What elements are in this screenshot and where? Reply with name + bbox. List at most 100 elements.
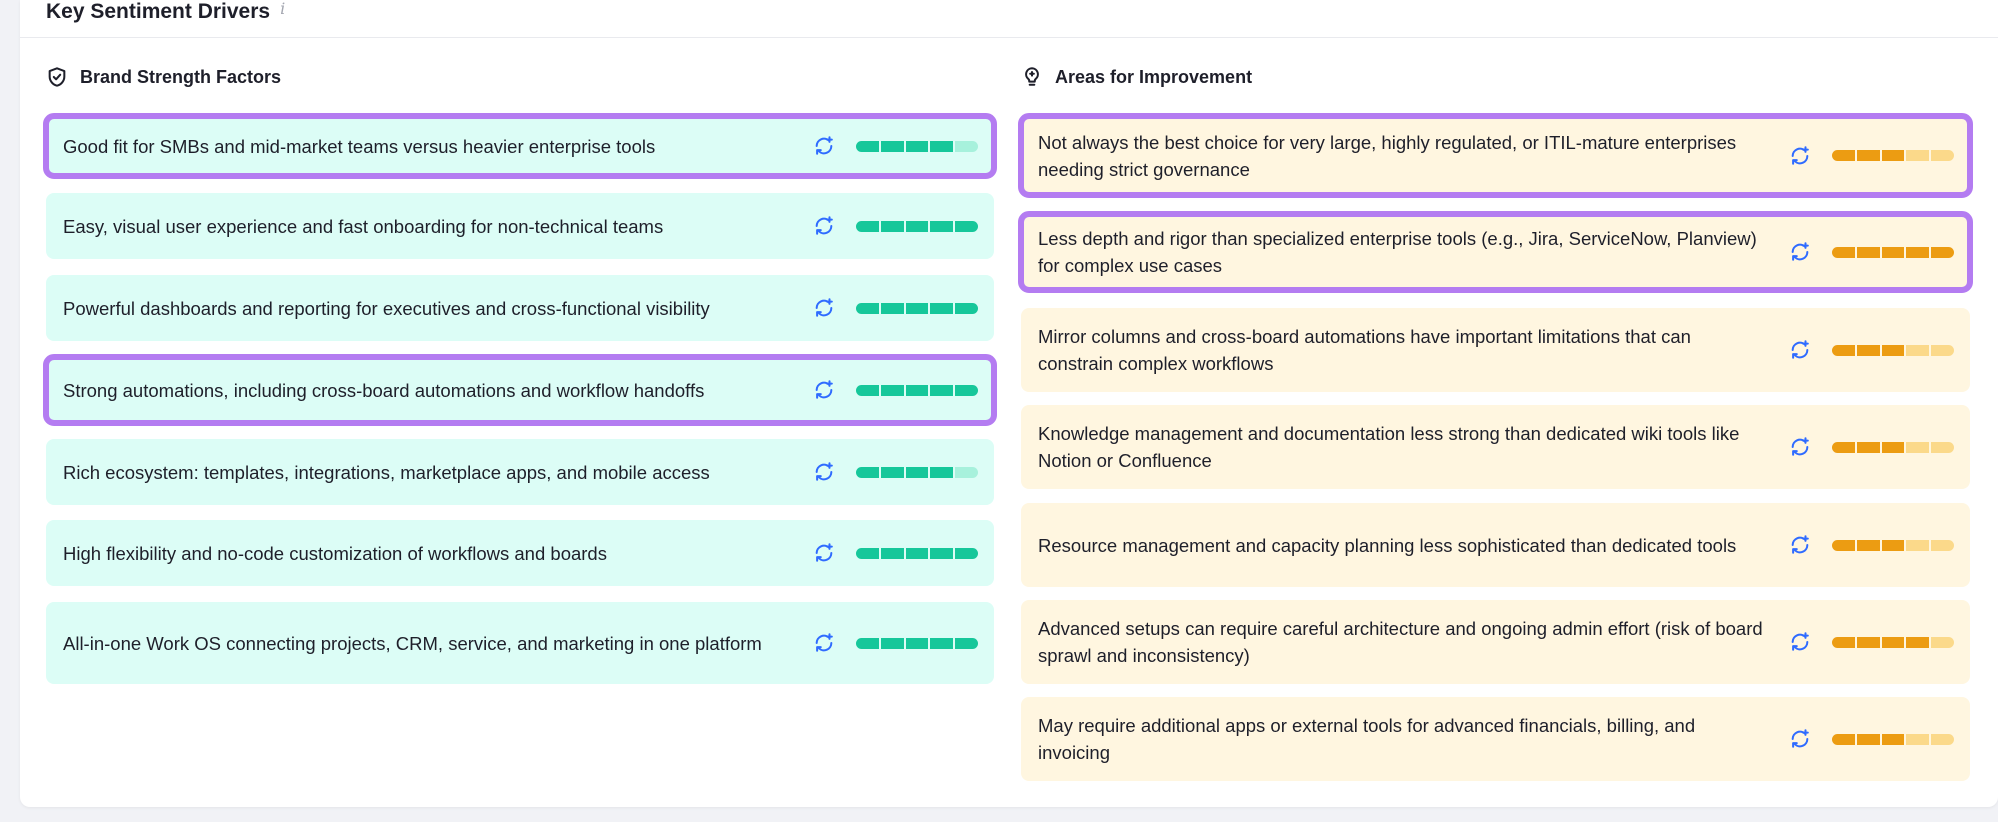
improvement-item[interactable]: May require additional apps or external …	[1021, 697, 1970, 781]
strength-item[interactable]: Good fit for SMBs and mid-market teams v…	[43, 113, 997, 179]
score-bar-segment	[856, 637, 879, 649]
strength-item-text: Rich ecosystem: templates, integrations,…	[63, 461, 710, 483]
score-bar-segment	[856, 220, 879, 232]
regenerate-icon[interactable]	[1786, 628, 1814, 656]
score-bar-segment	[955, 140, 978, 152]
score-bar-segment	[880, 547, 904, 559]
score-bar-segment	[905, 637, 929, 649]
score-bar-segment	[1931, 441, 1954, 453]
strength-item[interactable]: Powerful dashboards and reporting for ex…	[46, 275, 994, 341]
score-bar-segment	[905, 384, 929, 396]
score-bar-segment	[856, 140, 879, 152]
improvement-item-text: Mirror columns and cross-board automatio…	[1038, 326, 1691, 374]
strength-item-text: Strong automations, including cross-boar…	[63, 379, 705, 401]
sentiment-score-bar	[1832, 539, 1954, 551]
score-bar-segment	[905, 140, 929, 152]
score-bar-segment	[1906, 539, 1930, 551]
score-bar-segment	[1931, 344, 1954, 356]
strength-item[interactable]: All-in-one Work OS connecting projects, …	[46, 602, 994, 684]
shield-check-icon	[48, 67, 66, 87]
score-bar-segment	[880, 384, 904, 396]
score-bar-segment	[930, 466, 954, 478]
strength-item[interactable]: Easy, visual user experience and fast on…	[46, 193, 994, 259]
strength-item-text: Good fit for SMBs and mid-market teams v…	[63, 135, 656, 157]
improvement-item[interactable]: Mirror columns and cross-board automatio…	[1021, 308, 1970, 392]
sentiment-score-bar	[856, 384, 978, 396]
score-bar-segment	[1906, 441, 1930, 453]
regenerate-icon[interactable]	[1786, 433, 1814, 461]
strength-item[interactable]: Rich ecosystem: templates, integrations,…	[46, 439, 994, 505]
regenerate-icon[interactable]	[810, 132, 838, 160]
score-bar-segment	[856, 384, 879, 396]
score-bar-segment	[905, 302, 929, 314]
score-bar-segment	[880, 466, 904, 478]
score-bar-segment	[1856, 150, 1880, 161]
score-bar-segment	[1856, 539, 1880, 551]
sentiment-score-bar	[856, 220, 978, 232]
strength-item-text: Easy, visual user experience and fast on…	[63, 215, 664, 237]
score-bar-segment	[1931, 733, 1954, 745]
improvement-item-text: Less depth and rigor than specialized en…	[1038, 228, 1757, 276]
score-bar-segment	[856, 547, 879, 559]
score-bar-segment	[930, 547, 954, 559]
sentiment-score-bar	[856, 140, 978, 152]
score-bar-segment	[1881, 636, 1905, 648]
score-bar-segment	[955, 637, 978, 649]
sentiment-score-bar	[1832, 246, 1954, 258]
score-bar-segment	[930, 220, 954, 232]
regenerate-icon[interactable]	[810, 376, 838, 404]
score-bar-segment	[1906, 636, 1930, 648]
improvement-item-text: Resource management and capacity plannin…	[1038, 534, 1737, 556]
regenerate-icon[interactable]	[1786, 531, 1814, 559]
improvement-item[interactable]: Less depth and rigor than specialized en…	[1018, 211, 1973, 293]
score-bar-segment	[1931, 539, 1954, 551]
score-bar-segment	[1856, 344, 1880, 356]
regenerate-icon[interactable]	[810, 458, 838, 486]
score-bar-segment	[955, 302, 978, 314]
sentiment-score-bar	[1832, 441, 1954, 453]
improvement-item-text: Not always the best choice for very larg…	[1038, 131, 1737, 180]
lightbulb-icon	[1025, 67, 1039, 86]
score-bar-segment	[1881, 246, 1905, 258]
regenerate-icon[interactable]	[1786, 238, 1814, 266]
score-bar-segment	[880, 302, 904, 314]
sentiment-score-bar	[1832, 636, 1954, 648]
score-bar-segment	[1881, 441, 1905, 453]
regenerate-icon[interactable]	[810, 212, 838, 240]
improvement-item[interactable]: Advanced setups can require careful arch…	[1021, 600, 1970, 684]
score-bar-segment	[905, 466, 929, 478]
regenerate-icon[interactable]	[810, 294, 838, 322]
score-bar-segment	[856, 466, 879, 478]
score-bar-segment	[1931, 150, 1954, 161]
sentiment-score-bar	[856, 302, 978, 314]
score-bar-segment	[1832, 539, 1855, 551]
score-bar-segment	[955, 466, 978, 478]
sentiment-score-bar	[856, 466, 978, 478]
score-bar-segment	[1906, 344, 1930, 356]
regenerate-icon[interactable]	[1786, 142, 1814, 170]
sentiment-score-bar	[856, 637, 978, 649]
score-bar-segment	[1881, 150, 1905, 161]
strength-item[interactable]: High flexibility and no-code customizati…	[46, 520, 994, 586]
score-bar-segment	[1832, 441, 1855, 453]
regenerate-icon[interactable]	[810, 539, 838, 567]
regenerate-icon[interactable]	[810, 629, 838, 657]
improvement-item[interactable]: Not always the best choice for very larg…	[1018, 113, 1973, 198]
improvement-item[interactable]: Knowledge management and documentation l…	[1021, 405, 1970, 489]
sentiment-score-bar	[1832, 150, 1954, 161]
score-bar-segment	[880, 140, 904, 152]
score-bar-segment	[1856, 733, 1880, 745]
regenerate-icon[interactable]	[1786, 725, 1814, 753]
score-bar-segment	[880, 220, 904, 232]
sentiment-drivers-card: Key Sentiment Drivers i Brand Strength F…	[20, 0, 1998, 807]
sentiment-score-bar	[1832, 733, 1954, 745]
brand-strength-title: Brand Strength Factors	[80, 66, 282, 87]
score-bar-segment	[880, 637, 904, 649]
score-bar-segment	[1931, 636, 1954, 648]
regenerate-icon[interactable]	[1786, 336, 1814, 364]
score-bar-segment	[1832, 150, 1855, 161]
sentiment-score-bar	[1832, 344, 1954, 356]
improvement-item[interactable]: Resource management and capacity plannin…	[1021, 503, 1970, 587]
score-bar-segment	[905, 547, 929, 559]
strength-item[interactable]: Strong automations, including cross-boar…	[43, 354, 997, 426]
